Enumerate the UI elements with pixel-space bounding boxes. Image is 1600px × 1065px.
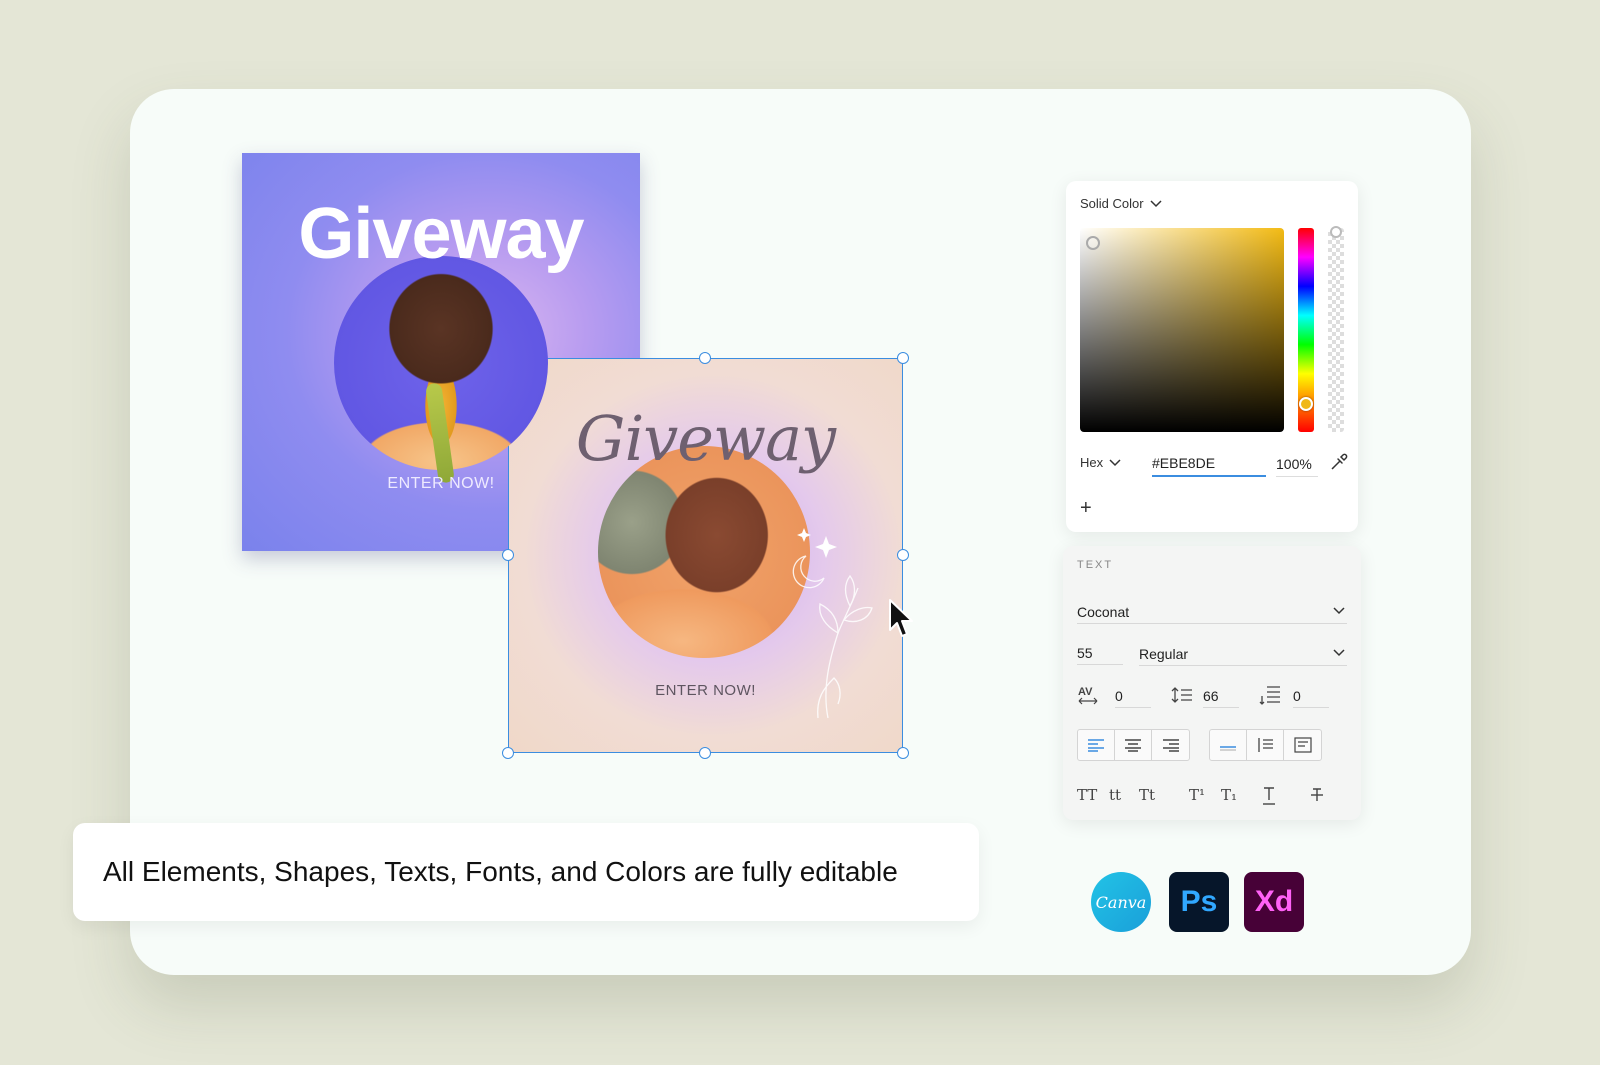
font-weight-value: Regular — [1139, 646, 1189, 662]
align-right-icon — [1162, 739, 1179, 752]
letter-spacing-input[interactable]: 0 — [1115, 682, 1151, 708]
align-right-button[interactable] — [1152, 730, 1189, 760]
letter-spacing-icon: AV — [1078, 686, 1098, 705]
opacity-knob[interactable] — [1330, 226, 1342, 238]
align-left-icon — [1088, 739, 1104, 752]
opacity-slider[interactable] — [1328, 226, 1344, 432]
line-height-input[interactable]: 66 — [1203, 682, 1239, 708]
fill-mode-dropdown[interactable]: Solid Color — [1080, 196, 1162, 211]
chevron-down-icon — [1109, 458, 1121, 466]
subscript-button[interactable]: T₁ — [1221, 786, 1237, 804]
hex-input[interactable] — [1152, 451, 1266, 477]
chevron-down-icon — [1150, 199, 1162, 207]
font-weight-dropdown[interactable]: Regular — [1139, 640, 1347, 666]
fixed-size-button[interactable] — [1284, 730, 1321, 760]
photoshop-logo-icon: Ps — [1169, 872, 1229, 932]
align-center-button[interactable] — [1115, 730, 1152, 760]
add-color-button[interactable]: + — [1080, 498, 1100, 519]
fill-mode-label: Solid Color — [1080, 196, 1144, 211]
line-height-icon — [1171, 687, 1192, 703]
canva-logo-icon: Canva — [1091, 872, 1151, 932]
auto-height-button[interactable] — [1247, 730, 1284, 760]
photoshop-logo-text: Ps — [1180, 885, 1218, 918]
color-format-label: Hex — [1080, 455, 1104, 470]
superscript-button[interactable]: T¹ — [1189, 786, 1205, 804]
color-format-dropdown[interactable]: Hex — [1080, 455, 1121, 470]
svg-text:AV: AV — [1078, 686, 1093, 698]
poster-peach-cta: ENTER NOW! — [655, 682, 756, 699]
font-family-dropdown[interactable]: Coconat — [1077, 598, 1347, 624]
horizontal-align-group — [1077, 729, 1190, 761]
paragraph-spacing-value: 0 — [1293, 688, 1301, 704]
feature-caption: All Elements, Shapes, Texts, Fonts, and … — [73, 823, 979, 921]
text-properties-panel: TEXT Coconat 55 Regular AV 0 66 0 TT tt … — [1063, 546, 1361, 820]
align-left-button[interactable] — [1078, 730, 1115, 760]
canva-logo-text: Canva — [1095, 892, 1147, 912]
chevron-down-icon — [1333, 649, 1345, 657]
text-resize-group — [1209, 729, 1322, 761]
eyedropper-icon[interactable] — [1330, 453, 1348, 471]
xd-logo-icon: Xd — [1244, 872, 1304, 932]
letter-spacing-value: 0 — [1115, 688, 1123, 704]
poster-violet-title: Giveway — [298, 194, 584, 274]
color-picker-panel: Solid Color Hex + — [1066, 181, 1358, 532]
uppercase-button[interactable]: TT — [1077, 786, 1097, 804]
chevron-down-icon — [1333, 607, 1345, 615]
titlecase-button[interactable]: Tt — [1139, 786, 1155, 804]
font-family-value: Coconat — [1077, 604, 1130, 620]
align-center-icon — [1125, 739, 1141, 752]
auto-width-icon — [1220, 746, 1236, 751]
poster-peach-title: Giveway — [575, 402, 836, 475]
saturation-value-field[interactable] — [1080, 228, 1284, 432]
xd-logo-text: Xd — [1254, 885, 1294, 918]
poster-peach[interactable]: Giveway ENTER NOW! — [508, 358, 903, 753]
underline-icon[interactable] — [1261, 786, 1277, 806]
auto-width-button[interactable] — [1210, 730, 1247, 760]
lowercase-button[interactable]: tt — [1109, 786, 1121, 804]
color-value-row: Hex — [1080, 451, 1348, 477]
fixed-size-icon — [1293, 737, 1312, 753]
line-height-value: 66 — [1203, 688, 1219, 704]
auto-height-icon — [1258, 738, 1273, 752]
poster-violet-cta: ENTER NOW! — [387, 475, 495, 492]
mouse-cursor-icon — [889, 599, 913, 637]
feature-caption-text: All Elements, Shapes, Texts, Fonts, and … — [103, 856, 898, 887]
saturation-knob[interactable] — [1086, 236, 1100, 250]
font-size-input[interactable]: 55 — [1077, 639, 1123, 665]
opacity-input[interactable] — [1276, 451, 1318, 477]
strikethrough-icon[interactable] — [1309, 786, 1325, 806]
text-panel-heading: TEXT — [1077, 559, 1114, 571]
hue-knob[interactable] — [1299, 397, 1313, 411]
paragraph-spacing-input[interactable]: 0 — [1293, 682, 1329, 708]
paragraph-spacing-icon — [1259, 686, 1280, 705]
poster-violet[interactable]: Giveway ENTER NOW! — [242, 153, 640, 551]
hue-slider[interactable] — [1298, 228, 1314, 432]
font-size-value: 55 — [1077, 645, 1093, 661]
